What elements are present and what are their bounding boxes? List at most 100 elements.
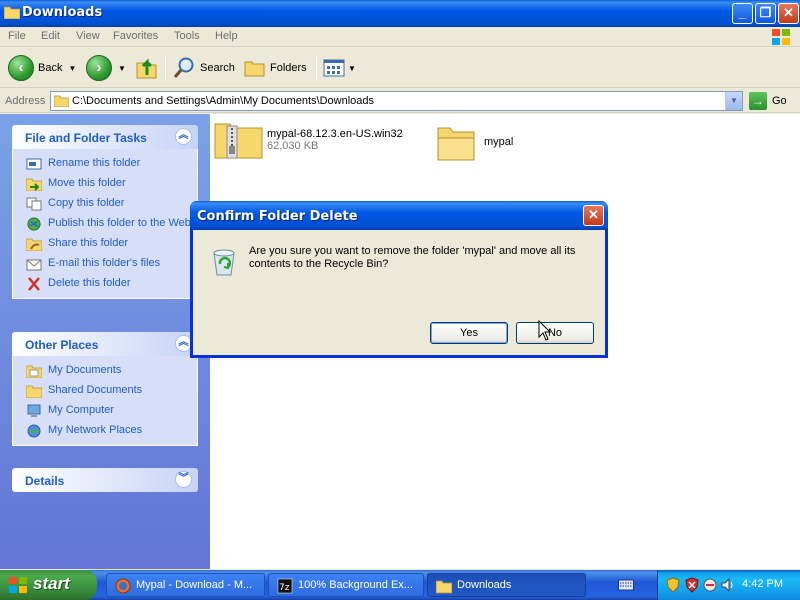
task-rename-folder[interactable]: Rename this folder xyxy=(13,157,197,170)
toolbar-separator xyxy=(316,56,317,80)
address-bar: Address C:\Documents and Settings\Admin\… xyxy=(0,89,800,113)
taskbar: start Mypal - Download - M... 7z 100% Ba… xyxy=(0,570,800,600)
search-icon xyxy=(173,57,194,78)
email-icon xyxy=(26,259,42,271)
task-label: Publish this folder to the Web xyxy=(48,217,191,229)
menu-edit[interactable]: Edit xyxy=(41,30,60,42)
dialog-title: Confirm Folder Delete xyxy=(197,209,358,224)
task-share-folder[interactable]: Share this folder xyxy=(13,237,197,251)
security-shield-icon[interactable] xyxy=(665,577,681,593)
go-arrow-icon: → xyxy=(749,92,767,110)
windows-logo-icon xyxy=(9,577,27,593)
place-label: My Computer xyxy=(48,404,115,416)
forward-arrow-icon: › xyxy=(86,55,112,81)
keyboard-icon[interactable] xyxy=(618,578,634,592)
start-button[interactable]: start xyxy=(0,570,97,600)
panel-title: Other Places xyxy=(25,338,99,352)
place-label: My Documents xyxy=(48,364,122,376)
views-dropdown-icon[interactable]: ▼ xyxy=(348,64,356,73)
taskbar-task-7zip[interactable]: 7z 100% Background Ex... xyxy=(268,573,424,597)
go-button[interactable]: → Go xyxy=(749,92,787,110)
folder-icon xyxy=(436,580,452,594)
maximize-button[interactable]: ❐ xyxy=(755,3,776,24)
address-value: C:\Documents and Settings\Admin\My Docum… xyxy=(72,95,375,107)
folder-icon xyxy=(437,127,475,161)
taskbar-task-label: Mypal - Download - M... xyxy=(136,579,253,591)
menu-view[interactable]: View xyxy=(76,30,100,42)
file-name: mypal xyxy=(484,136,514,148)
folder-icon xyxy=(54,95,69,107)
task-copy-folder[interactable]: Copy this folder xyxy=(13,197,197,211)
file-size: 62,030 KB xyxy=(267,140,319,152)
go-label: Go xyxy=(772,95,787,107)
task-email-files[interactable]: E-mail this folder's files xyxy=(13,257,197,271)
menu-file[interactable]: File xyxy=(8,30,26,42)
panel-title: File and Folder Tasks xyxy=(25,131,147,145)
folders-button[interactable]: Folders xyxy=(244,54,307,82)
network-status-icon[interactable] xyxy=(702,577,718,593)
alert-shield-icon[interactable] xyxy=(684,577,700,593)
place-label: Shared Documents xyxy=(48,384,143,396)
views-button[interactable]: ▼ xyxy=(323,54,356,82)
system-tray: 4:42 PM xyxy=(657,570,800,600)
expand-chevron-icon[interactable]: ︾ xyxy=(175,471,192,488)
task-move-folder[interactable]: Move this folder xyxy=(13,177,197,191)
task-publish-web[interactable]: Publish this folder to the Web xyxy=(13,217,197,231)
zip-folder-icon xyxy=(214,123,263,159)
taskbar-task-label: Downloads xyxy=(457,579,512,591)
back-dropdown-icon[interactable]: ▼ xyxy=(68,64,76,73)
task-label: Rename this folder xyxy=(48,157,141,169)
place-shared-documents[interactable]: Shared Documents xyxy=(13,384,197,398)
task-pane: File and Folder Tasks ︽ Rename this fold… xyxy=(0,114,210,569)
forward-dropdown-icon[interactable]: ▼ xyxy=(118,64,126,73)
details-panel: Details ︾ xyxy=(12,468,198,492)
no-button[interactable]: No xyxy=(516,322,594,344)
other-places-header[interactable]: Other Places ︽ xyxy=(12,332,198,356)
my-documents-icon xyxy=(26,365,42,378)
file-item-mypal-folder[interactable]: mypal xyxy=(436,122,546,166)
rename-icon xyxy=(26,158,42,170)
place-my-network[interactable]: My Network Places xyxy=(13,424,197,438)
back-button[interactable]: ‹ Back ▼ xyxy=(8,54,76,82)
details-header[interactable]: Details ︾ xyxy=(12,468,198,492)
task-label: Share this folder xyxy=(48,237,129,249)
search-button[interactable]: Search xyxy=(172,54,235,82)
panel-title: Details xyxy=(25,474,65,488)
dialog-message: Are you sure you want to remove the fold… xyxy=(249,245,576,270)
collapse-chevron-icon[interactable]: ︽ xyxy=(175,128,192,145)
place-my-computer[interactable]: My Computer xyxy=(13,404,197,417)
task-label: E-mail this folder's files xyxy=(48,257,161,269)
minimize-button[interactable]: _ xyxy=(732,3,753,24)
menu-tools[interactable]: Tools xyxy=(174,30,200,42)
share-icon xyxy=(26,238,42,251)
folders-label: Folders xyxy=(270,62,307,74)
file-name: mypal-68.12.3.en-US.win32 xyxy=(267,128,403,140)
other-places-panel: Other Places ︽ My Documents Shared Docum… xyxy=(12,332,198,446)
up-button[interactable] xyxy=(134,54,160,82)
folder-icon xyxy=(4,6,20,19)
address-dropdown-icon[interactable]: ▼ xyxy=(725,92,742,110)
web-icon xyxy=(27,217,41,231)
taskbar-task-mypal[interactable]: Mypal - Download - M... xyxy=(106,573,265,597)
network-icon xyxy=(27,424,41,438)
forward-button[interactable]: › ▼ xyxy=(86,54,126,82)
task-delete-folder[interactable]: Delete this folder xyxy=(13,277,197,291)
mypal-icon xyxy=(115,578,131,594)
taskbar-task-downloads[interactable]: Downloads xyxy=(427,573,586,597)
file-folder-tasks-header[interactable]: File and Folder Tasks ︽ xyxy=(12,125,198,149)
place-my-documents[interactable]: My Documents xyxy=(13,364,197,378)
dialog-close-button[interactable]: ✕ xyxy=(583,205,604,226)
7zip-icon: 7z xyxy=(277,578,293,594)
file-item-zip[interactable]: mypal-68.12.3.en-US.win32 62,030 KB xyxy=(214,120,414,164)
yes-button[interactable]: Yes xyxy=(430,322,508,344)
dialog-titlebar[interactable]: Confirm Folder Delete ✕ xyxy=(190,201,608,230)
address-input[interactable]: C:\Documents and Settings\Admin\My Docum… xyxy=(50,91,743,111)
window-titlebar[interactable]: Downloads _ ❐ ✕ xyxy=(0,0,800,27)
close-button[interactable]: ✕ xyxy=(778,3,799,24)
toolbar: ‹ Back ▼ › ▼ Search Folders ▼ xyxy=(0,48,800,88)
volume-icon[interactable] xyxy=(720,577,736,593)
menu-help[interactable]: Help xyxy=(215,30,238,42)
task-label: Copy this folder xyxy=(48,197,125,209)
svg-text:7z: 7z xyxy=(279,583,290,593)
menu-favorites[interactable]: Favorites xyxy=(113,30,158,42)
